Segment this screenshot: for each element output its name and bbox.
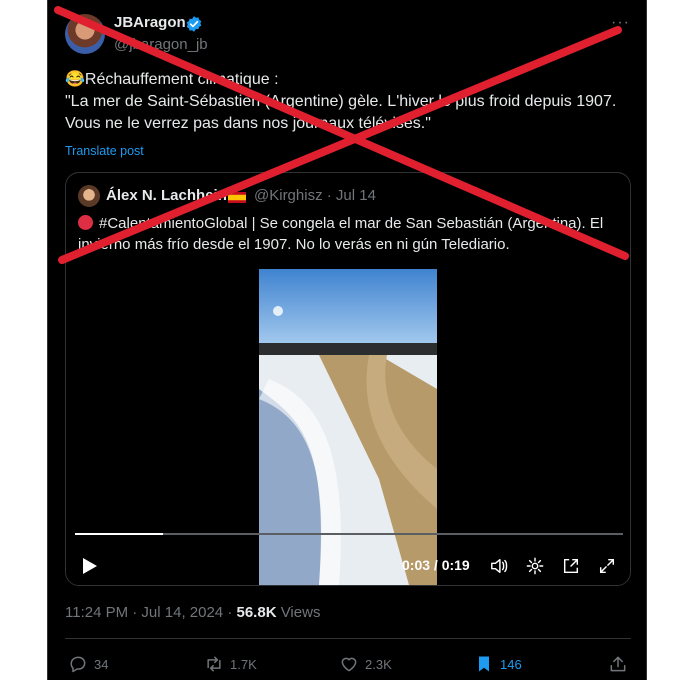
reply-button[interactable]: 34 [68, 654, 108, 674]
more-icon[interactable]: ··· [611, 14, 630, 32]
like-icon [341, 657, 357, 672]
video-player[interactable]: 0:03 / 0:19 [66, 267, 630, 585]
author-avatar[interactable] [65, 14, 105, 54]
settings-icon[interactable] [526, 557, 544, 575]
fullscreen-icon[interactable] [598, 557, 616, 575]
like-count: 2.3K [365, 656, 392, 672]
repost-icon [207, 656, 221, 672]
play-icon[interactable] [82, 557, 98, 575]
video-frame [259, 269, 437, 585]
pip-icon[interactable] [562, 557, 580, 575]
bookmark-count: 146 [500, 656, 522, 672]
quoted-text-body: #CalentamientoGlobal | Se congela el mar… [78, 215, 604, 253]
author-name[interactable]: JBAragon [114, 14, 186, 31]
tweet-meta: 11:24 PM · Jul 14, 2024 · 56.8K Views [65, 604, 321, 621]
like-button[interactable]: 2.3K [339, 654, 392, 674]
tweet-text-line1: 😂Réchauffement climatique : [65, 71, 279, 88]
views-count: 56.8K [236, 604, 277, 621]
repost-count: 1.7K [230, 656, 257, 672]
spain-flag-icon [228, 192, 246, 203]
video-progress-fill [75, 533, 163, 535]
views-label: Views [276, 604, 321, 621]
tweet-text: 😂Réchauffement climatique : "La mer de S… [65, 69, 635, 135]
quoted-author-avatar [78, 185, 100, 207]
share-icon [610, 656, 626, 672]
tweet-text-line2: "La mer de Saint-Sébastien (Argentine) g… [65, 93, 617, 132]
quoted-author-handle: @Kirghisz · Jul 14 [254, 187, 376, 204]
repost-button[interactable]: 1.7K [204, 654, 257, 674]
red-circle-icon [78, 215, 93, 230]
bookmark-button[interactable]: 146 [474, 654, 522, 674]
quoted-tweet[interactable]: Álex N. Lachhein @Kirghisz · Jul 14 #Cal… [65, 172, 631, 586]
tweet: JBAragon @jbaragon_jb ··· 😂Réchauffement… [47, 0, 647, 680]
share-button[interactable] [608, 654, 628, 674]
video-time: 0:03 / 0:19 [402, 557, 470, 573]
quoted-author-name: Álex N. Lachhein [106, 187, 227, 204]
divider [65, 638, 631, 639]
bookmark-icon [479, 656, 489, 672]
timestamp[interactable]: 11:24 PM · Jul 14, 2024 [65, 604, 223, 621]
volume-icon[interactable] [490, 557, 508, 575]
translate-post-link[interactable]: Translate post [65, 144, 144, 158]
reply-icon [70, 656, 86, 673]
verified-badge-icon [186, 16, 202, 32]
video-progress-bar[interactable] [75, 533, 623, 535]
reply-count: 34 [94, 656, 109, 672]
quoted-text: #CalentamientoGlobal | Se congela el mar… [78, 213, 623, 255]
author-handle[interactable]: @jbaragon_jb [114, 36, 208, 53]
